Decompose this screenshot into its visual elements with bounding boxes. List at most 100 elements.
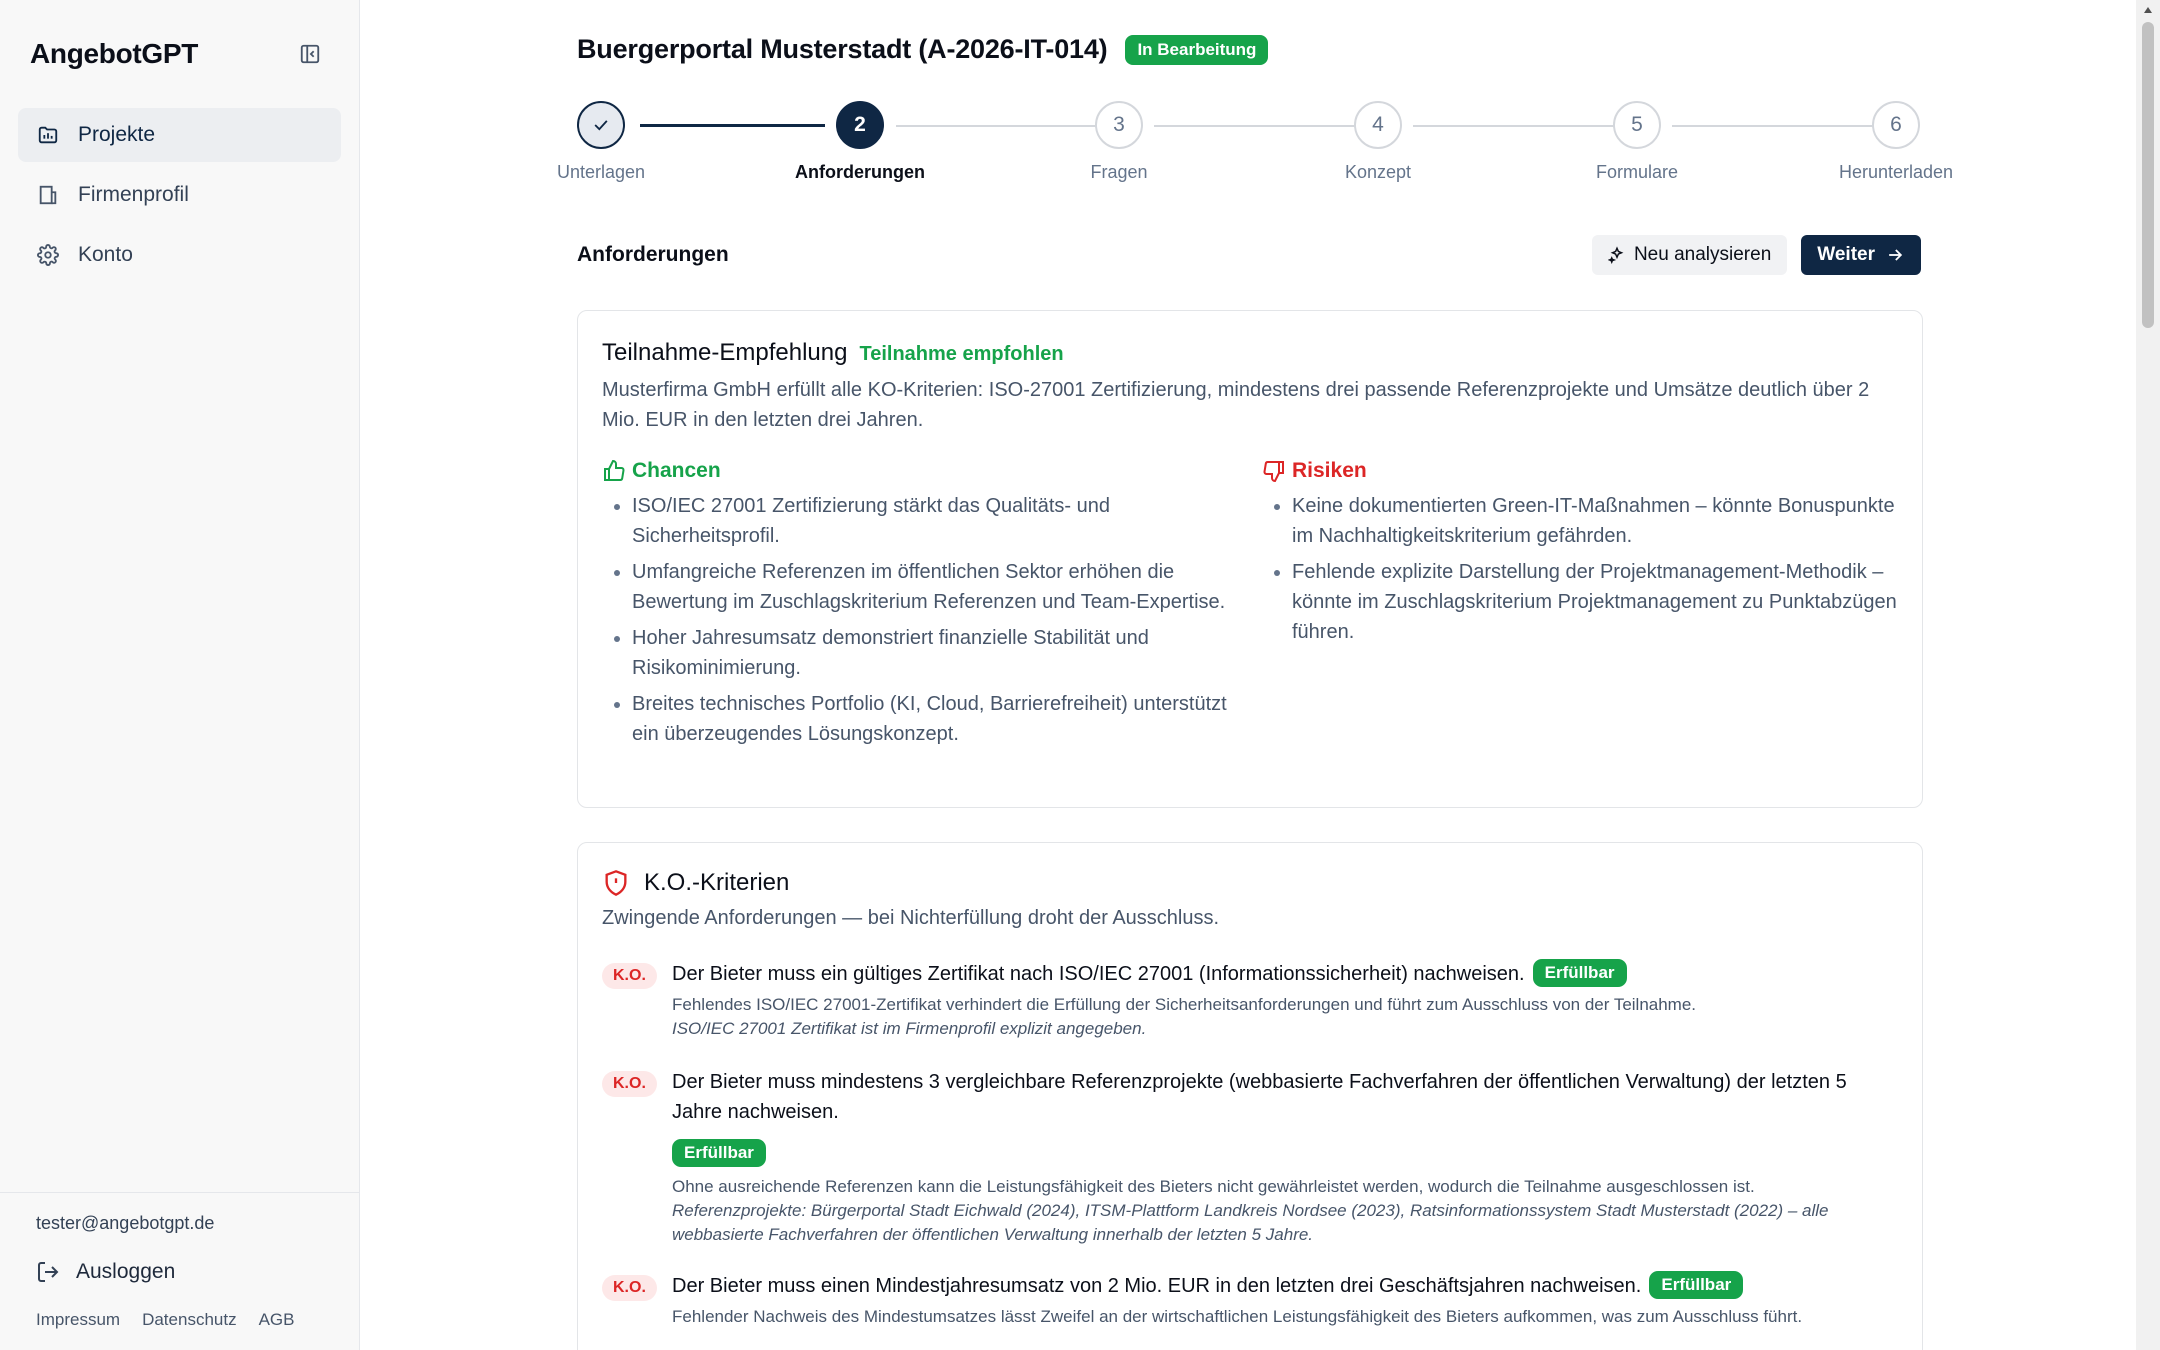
list-item: Hoher Jahresumsatz demonstriert finanzie… bbox=[632, 623, 1242, 683]
list-item: Keine dokumentierten Green-IT-Maßnahmen … bbox=[1292, 491, 1902, 551]
ko-tag: K.O. bbox=[602, 963, 657, 989]
step-5-circle[interactable]: 5 bbox=[1613, 101, 1661, 149]
ko-requirement: K.O. Der Bieter muss mindestens 3 vergle… bbox=[602, 1067, 1902, 1247]
check-icon bbox=[594, 120, 608, 131]
reanalyze-label: Neu analysieren bbox=[1633, 244, 1772, 265]
step-4-circle[interactable]: 4 bbox=[1354, 101, 1402, 149]
step-4-label: Konzept bbox=[1344, 162, 1412, 182]
recommendation-summary: Musterfirma GmbH erfüllt alle KO-Kriteri… bbox=[602, 379, 1870, 431]
next-button[interactable]: Weiter bbox=[1801, 235, 1921, 275]
step-3-label: Fragen bbox=[1090, 162, 1148, 182]
agb-link[interactable]: AGB bbox=[259, 1310, 295, 1330]
step-connector bbox=[640, 124, 825, 127]
requirement-text: Der Bieter muss mindestens 3 vergleichba… bbox=[672, 1071, 1847, 1123]
shield-alert-icon bbox=[605, 870, 627, 896]
arrow-right-icon bbox=[1889, 249, 1903, 261]
legal-links: Impressum Datenschutz AGB bbox=[36, 1310, 324, 1330]
sidebar-nav: Projekte Firmenprofil Konto bbox=[18, 108, 341, 288]
datenschutz-link[interactable]: Datenschutz bbox=[142, 1310, 237, 1330]
thumbs-up-icon bbox=[604, 459, 625, 481]
ko-header: K.O.-Kriterien bbox=[602, 869, 789, 897]
ko-tag: K.O. bbox=[602, 1071, 657, 1097]
next-label: Weiter bbox=[1817, 244, 1875, 265]
thumbs-down-icon bbox=[1263, 461, 1284, 483]
user-email: tester@angebotgpt.de bbox=[36, 1213, 215, 1233]
logout-icon bbox=[36, 1260, 60, 1284]
list-item: Umfangreiche Referenzen im öffentlichen … bbox=[632, 557, 1242, 617]
status-badge: Erfüllbar bbox=[672, 1139, 766, 1167]
step-2-circle[interactable]: 2 bbox=[836, 101, 884, 149]
requirement-body: Der Bieter muss einen Mindestjahresumsat… bbox=[672, 1271, 1902, 1329]
gear-icon bbox=[36, 243, 60, 267]
step-2-label: Anforderungen bbox=[795, 162, 925, 182]
list-item: Fehlende explizite Darstellung der Proje… bbox=[1292, 557, 1902, 647]
chances-list: ISO/IEC 27001 Zertifizierung stärkt das … bbox=[602, 491, 1242, 749]
requirement-note: ISO/IEC 27001 Zertifikat ist im Firmenpr… bbox=[672, 1019, 1147, 1038]
ko-tag: K.O. bbox=[602, 1275, 657, 1301]
title-row: Buergerportal Musterstadt (A-2026-IT-014… bbox=[577, 34, 1269, 65]
chances-column: Chancen ISO/IEC 27001 Zertifizierung stä… bbox=[602, 459, 1242, 755]
requirement-risk: Ohne ausreichende Referenzen kann die Le… bbox=[672, 1177, 1755, 1196]
page-title: Buergerportal Musterstadt (A-2026-IT-014… bbox=[577, 34, 1108, 64]
section-actions: Neu analysieren Weiter bbox=[1591, 235, 1921, 275]
sidebar-item-konto[interactable]: Konto bbox=[18, 228, 341, 282]
recommendation-header: Teilnahme-Empfehlung Teilnahme empfohlen bbox=[602, 339, 1064, 367]
recommendation-card: Teilnahme-Empfehlung Teilnahme empfohlen… bbox=[577, 310, 1923, 808]
sidebar-collapse-icon[interactable] bbox=[296, 40, 324, 68]
sidebar: AngebotGPT Projekte Firmenprofil Konto t… bbox=[0, 0, 360, 1350]
step-connector bbox=[1154, 125, 1361, 127]
step-connector bbox=[1413, 125, 1620, 127]
requirement-label: Der Bieter muss ein gültiges Zertifikat … bbox=[672, 963, 1525, 985]
reanalyze-button[interactable]: Neu analysieren bbox=[1591, 235, 1788, 275]
status-badge: Erfüllbar bbox=[1532, 959, 1627, 987]
section-title: Anforderungen bbox=[577, 243, 729, 266]
sidebar-item-projekte[interactable]: Projekte bbox=[18, 108, 341, 162]
brand-row: AngebotGPT bbox=[30, 34, 330, 74]
requirement-body: Der Bieter muss mindestens 3 vergleichba… bbox=[672, 1067, 1902, 1247]
scroll-up-arrow-icon[interactable] bbox=[2136, 0, 2160, 20]
requirement-text: Der Bieter muss einen Mindestjahresumsat… bbox=[672, 1271, 1902, 1301]
ko-title: K.O.-Kriterien bbox=[644, 869, 790, 896]
list-item: Breites technisches Portfolio (KI, Cloud… bbox=[632, 689, 1242, 749]
ko-requirement: K.O. Der Bieter muss einen Mindestjahres… bbox=[602, 1271, 1902, 1329]
step-1-circle[interactable] bbox=[577, 101, 625, 149]
building-icon bbox=[36, 183, 60, 207]
step-6-circle[interactable]: 6 bbox=[1872, 101, 1920, 149]
step-connector bbox=[896, 125, 1103, 127]
ko-criteria-card: K.O.-Kriterien Zwingende Anforderungen —… bbox=[577, 842, 1923, 1350]
scrollbar-thumb[interactable] bbox=[2142, 22, 2154, 328]
recommendation-verdict: Teilnahme empfohlen bbox=[859, 343, 1064, 365]
requirement-text: Der Bieter muss ein gültiges Zertifikat … bbox=[672, 959, 1902, 989]
risks-column: Risiken Keine dokumentierten Green-IT-Ma… bbox=[1262, 459, 1902, 653]
recommendation-title: Teilnahme-Empfehlung bbox=[602, 339, 848, 366]
impressum-link[interactable]: Impressum bbox=[36, 1310, 120, 1330]
sidebar-item-label: Firmenprofil bbox=[78, 183, 189, 206]
section-header: Anforderungen Neu analysieren Weiter bbox=[577, 232, 1921, 278]
brand-logo: AngebotGPT bbox=[30, 38, 199, 69]
logout-button[interactable]: Ausloggen bbox=[36, 1260, 324, 1284]
risks-title: Risiken bbox=[1292, 459, 1367, 482]
step-3-circle[interactable]: 3 bbox=[1095, 101, 1143, 149]
risks-list: Keine dokumentierten Green-IT-Maßnahmen … bbox=[1262, 491, 1902, 647]
sidebar-item-label: Projekte bbox=[78, 123, 156, 146]
sparkles-icon bbox=[1607, 246, 1624, 264]
chances-header: Chancen bbox=[602, 459, 1242, 483]
requirement-note: Referenzprojekte: Bürgerportal Stadt Eic… bbox=[672, 1201, 1829, 1244]
risks-header: Risiken bbox=[1262, 459, 1902, 483]
requirement-risk: Fehlender Nachweis des Mindestumsatzes l… bbox=[672, 1307, 1803, 1326]
requirement-risk: Fehlendes ISO/IEC 27001-Zertifikat verhi… bbox=[672, 995, 1697, 1014]
ko-requirement: K.O. Der Bieter muss ein gültiges Zertif… bbox=[602, 959, 1902, 1041]
sidebar-item-label: Konto bbox=[78, 243, 133, 266]
requirement-label: Der Bieter muss einen Mindestjahresumsat… bbox=[672, 1275, 1642, 1297]
chances-title: Chancen bbox=[632, 459, 721, 482]
requirement-body: Der Bieter muss ein gültiges Zertifikat … bbox=[672, 959, 1902, 1041]
list-item: ISO/IEC 27001 Zertifizierung stärkt das … bbox=[632, 491, 1242, 551]
folder-chart-icon bbox=[36, 123, 60, 147]
ko-subtitle: Zwingende Anforderungen — bei Nichterfül… bbox=[602, 907, 1220, 929]
step-connector bbox=[1672, 125, 1879, 127]
status-badge: Erfüllbar bbox=[1649, 1271, 1744, 1299]
progress-stepper: Unterlagen 2 Anforderungen 3 Fragen 4 Ko… bbox=[361, 100, 2136, 190]
sidebar-item-firmenprofil[interactable]: Firmenprofil bbox=[18, 168, 341, 222]
main-content: Buergerportal Musterstadt (A-2026-IT-014… bbox=[361, 0, 2136, 1350]
page-scrollbar[interactable] bbox=[2136, 0, 2160, 1350]
